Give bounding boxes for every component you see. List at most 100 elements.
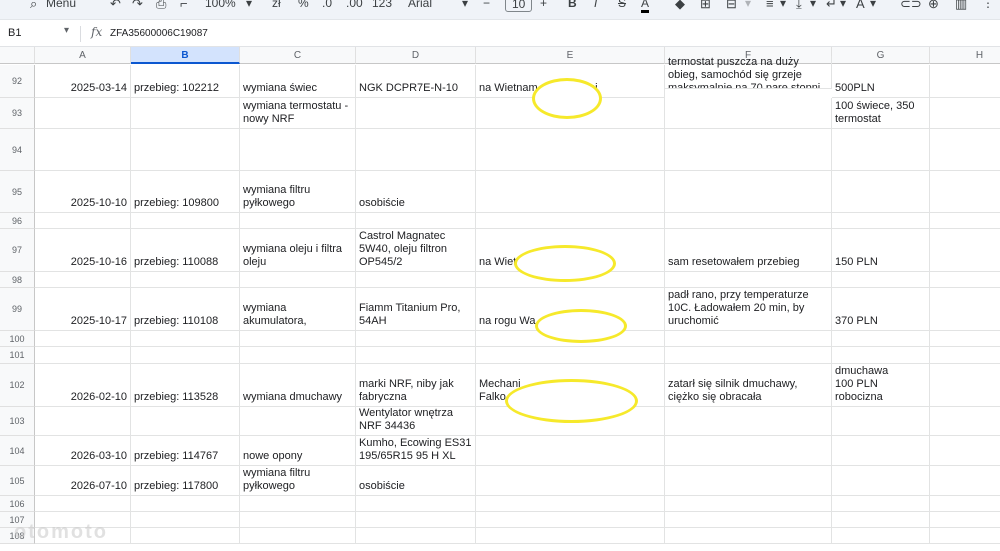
cell-f102[interactable]: zatarł się silnik dmuchawy, ciężko się o… (665, 364, 832, 407)
undo-icon[interactable]: ↶ (110, 0, 121, 12)
row-header[interactable]: 95 (0, 171, 35, 213)
cell-c104[interactable]: nowe opony (240, 436, 356, 466)
cell-d108[interactable] (356, 528, 476, 544)
select-all-corner[interactable] (0, 47, 35, 64)
cell-f108[interactable] (665, 528, 832, 544)
cell-b93[interactable] (131, 98, 240, 129)
row-header[interactable]: 92 (0, 65, 35, 98)
cell-g97[interactable]: 150 PLN (832, 229, 930, 272)
cell-d106[interactable] (356, 496, 476, 512)
strikethrough-icon[interactable]: S (618, 0, 626, 10)
column-header-e[interactable]: E (476, 47, 665, 64)
cell-e107[interactable] (476, 512, 665, 528)
cell-e96[interactable] (476, 213, 665, 229)
cell-f99[interactable]: padł rano, przy temperaturze 10C. Ładowa… (665, 288, 832, 331)
cell-b95[interactable]: przebieg: 109800 (131, 171, 240, 213)
cell-d104[interactable]: Kumho, Ecowing ES31 195/65R15 95 H XL (356, 436, 476, 466)
cell-a104[interactable]: 2026-03-10 (35, 436, 131, 466)
cell-a98[interactable] (35, 272, 131, 288)
row-header[interactable]: 102 (0, 364, 35, 407)
cell-f93[interactable] (665, 98, 832, 129)
more-options-icon[interactable]: ⋮ (982, 0, 994, 10)
cell-e106[interactable] (476, 496, 665, 512)
cell-a102[interactable]: 2026-02-10 (35, 364, 131, 407)
decrease-decimal-icon[interactable]: .0 (322, 0, 332, 10)
insert-chart-icon[interactable]: ▥ (955, 0, 967, 12)
cell-c98[interactable] (240, 272, 356, 288)
cell-e101[interactable] (476, 347, 665, 364)
cell-d93[interactable] (356, 98, 476, 129)
row-header[interactable]: 94 (0, 129, 35, 171)
cell-f96[interactable] (665, 213, 832, 229)
cell-a97[interactable]: 2025-10-16 (35, 229, 131, 272)
insert-link-icon[interactable]: ⊂⊃ (900, 0, 922, 12)
text-wrap-icon[interactable]: ↵ (826, 0, 837, 12)
vertical-align-dropdown-icon[interactable]: ▾ (810, 0, 816, 10)
cell-h93[interactable] (930, 98, 1000, 129)
column-header-g[interactable]: G (832, 47, 930, 64)
row-header[interactable]: 96 (0, 213, 35, 229)
cell-g93[interactable]: 100 świece, 350 termostat (832, 98, 930, 129)
cell-h106[interactable] (930, 496, 1000, 512)
cell-f94[interactable] (665, 129, 832, 171)
font-family-select[interactable]: Arial (408, 0, 432, 10)
cell-a96[interactable] (35, 213, 131, 229)
text-rotation-icon[interactable]: A (856, 0, 865, 11)
cell-h105[interactable] (930, 466, 1000, 496)
cell-f106[interactable] (665, 496, 832, 512)
cell-c105[interactable]: wymiana filtru pyłkowego (240, 466, 356, 496)
cell-d98[interactable] (356, 272, 476, 288)
zoom-dropdown-icon[interactable]: ▾ (246, 0, 252, 10)
row-header[interactable]: 93 (0, 98, 35, 129)
cell-g96[interactable] (832, 213, 930, 229)
cell-e108[interactable] (476, 528, 665, 544)
cell-d92[interactable]: NGK DCPR7E-N-10 (356, 65, 476, 98)
cell-b108[interactable] (131, 528, 240, 544)
cell-e95[interactable] (476, 171, 665, 213)
cell-c99[interactable]: wymiana akumulatora, (240, 288, 356, 331)
row-header[interactable]: 98 (0, 272, 35, 288)
cell-f97[interactable]: sam resetowałem przebieg (665, 229, 832, 272)
merge-dropdown-icon[interactable]: ▾ (745, 0, 751, 10)
cell-b94[interactable] (131, 129, 240, 171)
cell-b101[interactable] (131, 347, 240, 364)
cell-c101[interactable] (240, 347, 356, 364)
row-header[interactable]: 106 (0, 496, 35, 512)
cell-a105[interactable]: 2026-07-10 (35, 466, 131, 496)
text-color-button[interactable]: A (641, 0, 650, 13)
cell-g105[interactable] (832, 466, 930, 496)
increase-font-size-icon[interactable]: + (540, 0, 547, 10)
cell-g94[interactable] (832, 129, 930, 171)
formula-input[interactable]: ZFA35600006C19087 (110, 28, 208, 39)
cell-d96[interactable] (356, 213, 476, 229)
row-header[interactable]: 97 (0, 229, 35, 272)
cell-f105[interactable] (665, 466, 832, 496)
cell-f95[interactable] (665, 171, 832, 213)
row-header[interactable]: 105 (0, 466, 35, 496)
redo-icon[interactable]: ↷ (132, 0, 143, 12)
cell-g102[interactable]: 250 PLN dmuchawa 100 PLN robocizna (832, 364, 930, 407)
cell-b107[interactable] (131, 512, 240, 528)
cell-c103[interactable] (240, 407, 356, 436)
cell-c108[interactable] (240, 528, 356, 544)
font-dropdown-icon[interactable]: ▾ (462, 0, 468, 10)
cell-g103[interactable] (832, 407, 930, 436)
cell-f98[interactable] (665, 272, 832, 288)
cell-a106[interactable] (35, 496, 131, 512)
text-wrap-dropdown-icon[interactable]: ▾ (840, 0, 846, 10)
font-size-input[interactable]: 10 (505, 0, 533, 12)
cell-d102[interactable]: marki NRF, niby jak fabryczna (356, 364, 476, 407)
cell-c100[interactable] (240, 331, 356, 347)
cell-g98[interactable] (832, 272, 930, 288)
cell-b106[interactable] (131, 496, 240, 512)
cell-e104[interactable] (476, 436, 665, 466)
cell-c94[interactable] (240, 129, 356, 171)
cell-g107[interactable] (832, 512, 930, 528)
column-header-d[interactable]: D (356, 47, 476, 64)
paint-format-icon[interactable]: ⌐ (180, 0, 188, 11)
cell-f100[interactable] (665, 331, 832, 347)
cell-b96[interactable] (131, 213, 240, 229)
row-header[interactable]: 99 (0, 288, 35, 331)
cell-g101[interactable] (832, 347, 930, 364)
cell-b105[interactable]: przebieg: 117800 (131, 466, 240, 496)
